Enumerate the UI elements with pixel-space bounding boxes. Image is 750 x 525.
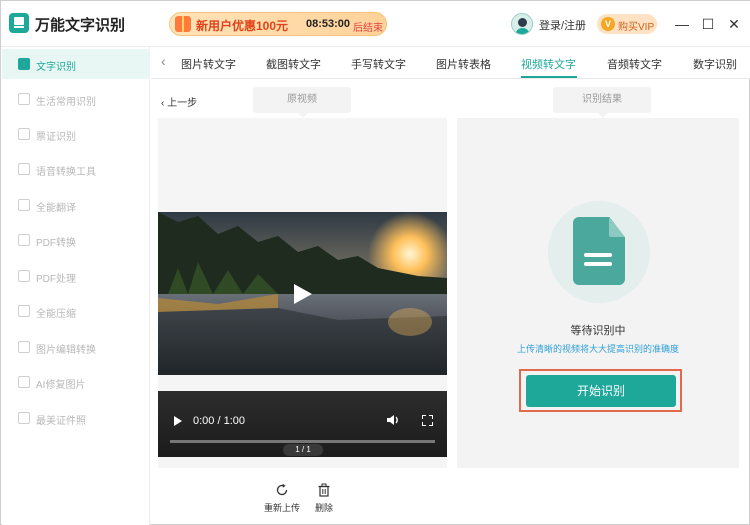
title-bar: 万能文字识别 新用户优惠100元 08:53:00 后结束 登录/注册 V 购买… [1, 1, 750, 47]
promo-timer: 08:53:00 [306, 18, 351, 30]
back-button[interactable]: ‹ 上一步 [161, 94, 197, 109]
tab-video-to-text[interactable]: 视频转文字 [521, 56, 576, 72]
ticket-icon [18, 128, 30, 140]
sidebar-item-label: PDF转换 [36, 238, 76, 249]
tab-image-to-text[interactable]: 图片转文字 [181, 56, 236, 72]
minimize-button[interactable]: — [673, 15, 691, 33]
promo-end-label: 后结束 [353, 23, 383, 34]
status-text: 等待识别中 [570, 325, 626, 337]
gift-icon [175, 16, 191, 32]
maximize-button[interactable]: ☐ [699, 15, 717, 33]
sidebar-item-voice-tools[interactable]: 语音转换工具 [2, 154, 150, 184]
tab-audio-to-text[interactable]: 音频转文字 [607, 56, 662, 72]
sidebar-item-label: 最美证件照 [36, 416, 86, 427]
buy-vip-button[interactable]: V 购买VIP [597, 14, 657, 34]
video-time: 0:00 / 1:00 [193, 415, 245, 427]
sidebar-item-compress[interactable]: 全能压缩 [2, 296, 150, 326]
play-icon[interactable] [174, 416, 182, 426]
compress-icon [18, 305, 30, 317]
text-scan-icon [18, 58, 30, 70]
user-avatar-icon[interactable] [511, 13, 533, 35]
sidebar-item-pdf-convert[interactable]: PDF转换 [2, 225, 150, 255]
original-video-header: 原视频 [253, 87, 351, 118]
sidebar-item-label: 全能翻译 [36, 203, 76, 214]
tab-screenshot-to-text[interactable]: 截图转文字 [266, 56, 321, 72]
result-panel: 等待识别中 上传清晰的视频将大大提高识别的准确度 [457, 118, 739, 468]
tab-handwriting-to-text[interactable]: 手写转文字 [351, 56, 406, 72]
sidebar-item-text-recognition[interactable]: 文字识别 [2, 49, 150, 79]
sidebar: 文字识别 生活常用识别 票证识别 语音转换工具 全能翻译 PDF转换 PDF处理 [2, 47, 150, 525]
login-register-link[interactable]: 登录/注册 [539, 17, 586, 33]
tab-number-recognition[interactable]: 数字识别 [693, 56, 737, 72]
reupload-button[interactable]: 重新上传 [262, 483, 302, 514]
close-button[interactable]: ✕ [725, 15, 743, 33]
fullscreen-icon[interactable] [422, 415, 433, 426]
voice-icon [18, 163, 30, 175]
volume-icon[interactable] [386, 413, 400, 427]
translate-icon [18, 199, 30, 211]
sidebar-item-life-recognition[interactable]: 生活常用识别 [2, 84, 150, 114]
pdf-convert-icon [18, 234, 30, 246]
start-recognition-button[interactable]: 开始识别 [526, 375, 676, 407]
video-thumbnail[interactable] [158, 212, 447, 375]
sidebar-item-ticket-recognition[interactable]: 票证识别 [2, 119, 150, 149]
sidebar-item-label: 语音转换工具 [36, 167, 96, 178]
app-window: 万能文字识别 新用户优惠100元 08:53:00 后结束 登录/注册 V 购买… [0, 0, 750, 525]
document-icon [548, 201, 650, 303]
sidebar-item-label: PDF处理 [36, 274, 76, 285]
sidebar-item-pdf-process[interactable]: PDF处理 [2, 261, 150, 291]
refresh-icon [276, 483, 288, 496]
video-preview-panel: 0:00 / 1:00 1 / 1 [158, 118, 447, 468]
sidebar-item-label: 生活常用识别 [36, 97, 96, 108]
pdf-process-icon [18, 270, 30, 282]
upload-hint: 上传清晰的视频将大大提高识别的准确度 [516, 344, 679, 354]
sidebar-item-id-photo[interactable]: 最美证件照 [2, 403, 150, 433]
tab-image-to-table[interactable]: 图片转表格 [436, 56, 491, 72]
promo-banner[interactable]: 新用户优惠100元 08:53:00 后结束 [169, 12, 387, 36]
play-icon[interactable] [294, 284, 312, 304]
sidebar-item-label: 票证识别 [36, 132, 76, 143]
active-tab-indicator [521, 76, 577, 78]
reupload-label: 重新上传 [263, 503, 300, 513]
sidebar-item-label: AI修复图片 [36, 380, 86, 391]
delete-button[interactable]: 删除 [304, 483, 344, 514]
id-photo-icon [18, 412, 30, 424]
result-header: 识别结果 [553, 87, 651, 118]
scan-icon [18, 93, 30, 105]
ai-repair-icon [18, 376, 30, 388]
buy-vip-label: 购买VIP [618, 22, 655, 33]
trash-icon [318, 483, 330, 497]
vip-icon: V [601, 17, 615, 31]
sidebar-item-label: 图片编辑转换 [36, 345, 96, 356]
chevron-left-icon[interactable]: ‹ [161, 53, 166, 69]
app-logo-icon [9, 13, 29, 33]
sidebar-item-ai-repair[interactable]: AI修复图片 [2, 367, 150, 397]
sidebar-item-image-edit[interactable]: 图片编辑转换 [2, 332, 150, 362]
promo-text: 新用户优惠100元 [196, 19, 289, 33]
image-edit-icon [18, 341, 30, 353]
app-title: 万能文字识别 [35, 17, 126, 34]
sidebar-item-translate[interactable]: 全能翻译 [2, 190, 150, 220]
chevron-left-icon: ‹ [161, 98, 165, 109]
sidebar-item-label: 文字识别 [36, 62, 76, 73]
tool-tabs: ‹ 图片转文字 截图转文字 手写转文字 图片转表格 视频转文字 音频转文字 数字… [151, 47, 750, 79]
delete-label: 删除 [314, 503, 333, 513]
progress-track[interactable] [170, 440, 435, 443]
sidebar-item-label: 全能压缩 [36, 309, 76, 320]
page-indicator: 1 / 1 [283, 444, 323, 456]
back-label: 上一步 [167, 98, 198, 109]
